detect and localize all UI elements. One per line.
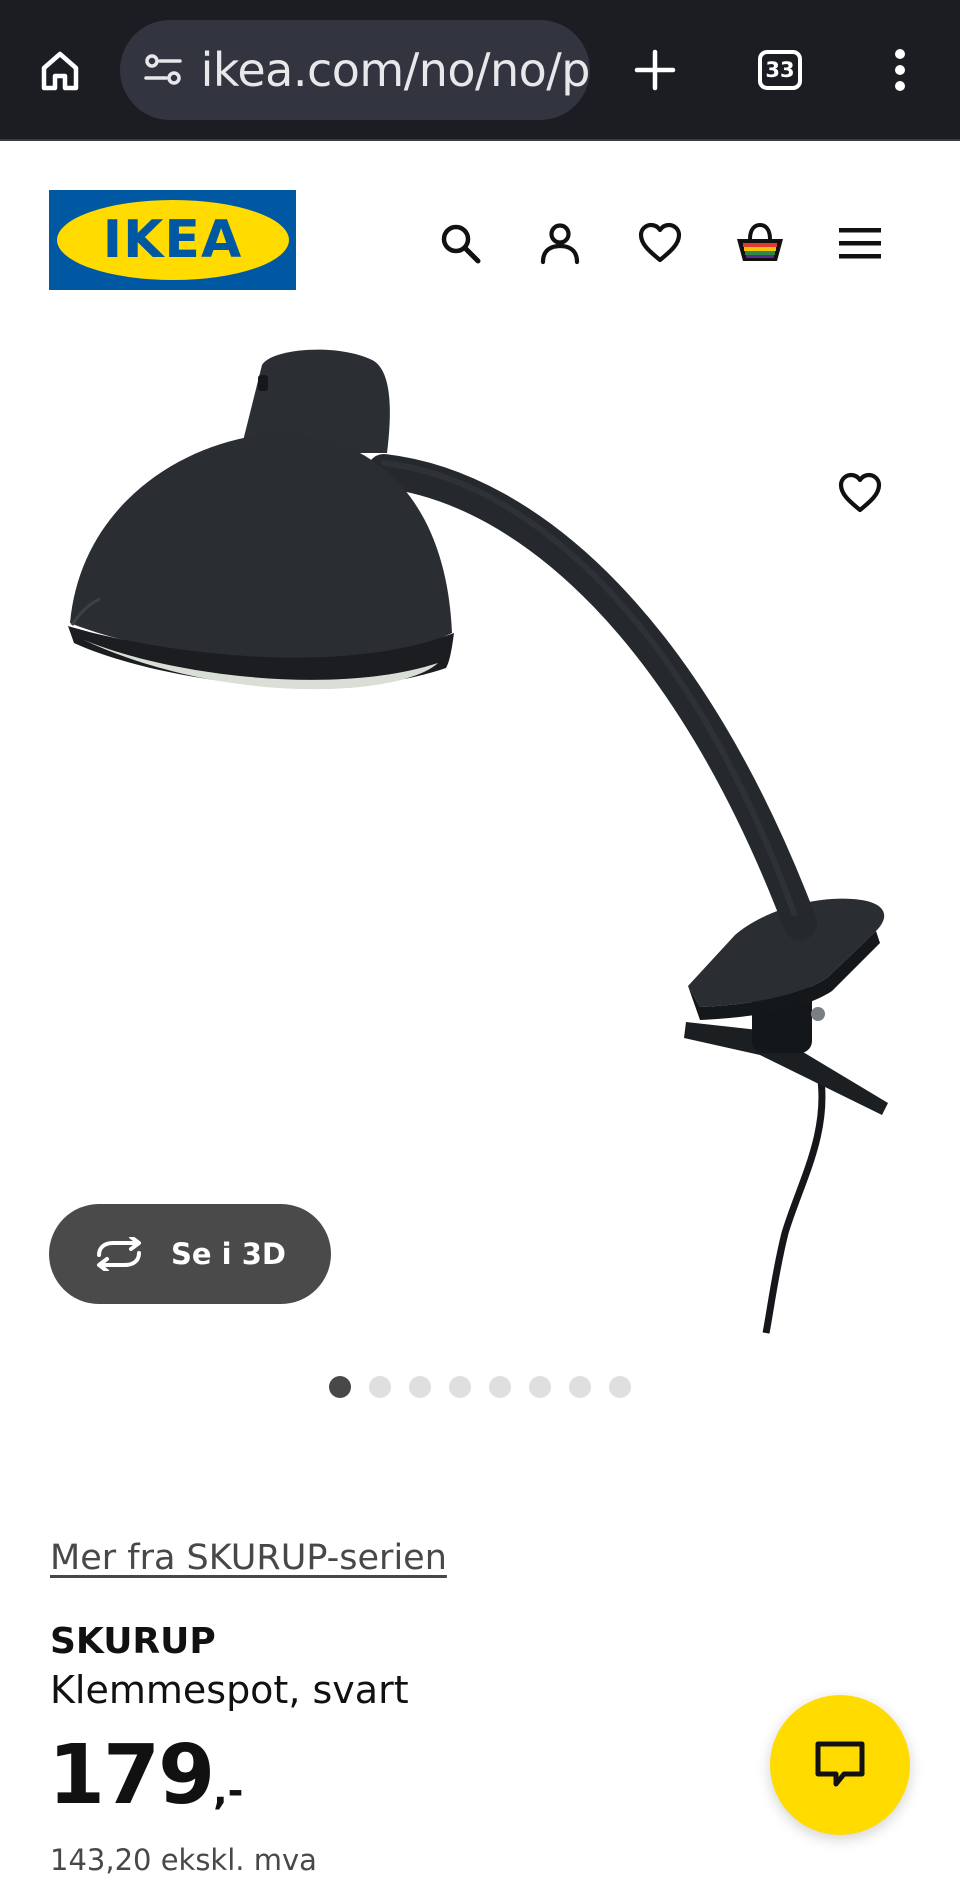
plus-icon	[634, 49, 676, 91]
account-button[interactable]	[530, 213, 590, 273]
chat-button[interactable]	[770, 1695, 910, 1835]
gallery-dot[interactable]	[409, 1376, 431, 1398]
tab-switcher-icon: 33	[758, 50, 802, 90]
user-icon	[540, 223, 580, 265]
hamburger-menu-icon	[839, 228, 881, 259]
site-header: IKEA	[0, 143, 960, 303]
gallery-dot[interactable]	[369, 1376, 391, 1398]
add-to-favourites-button[interactable]	[830, 463, 890, 523]
product-name: SKURUP	[50, 1621, 216, 1662]
gallery-dot[interactable]	[329, 1376, 351, 1398]
product-description: Klemmespot, svart	[50, 1668, 409, 1712]
product-image[interactable]	[0, 303, 960, 1343]
gallery-pagination	[0, 1376, 960, 1398]
product-gallery[interactable]: Se i 3D	[0, 303, 960, 1398]
chat-icon	[815, 1741, 865, 1787]
tab-count: 33	[765, 58, 795, 82]
home-icon	[41, 51, 79, 91]
search-button[interactable]	[430, 213, 490, 273]
main-menu-button[interactable]	[830, 213, 890, 273]
favourite-heart-icon	[838, 472, 882, 513]
rotate-3d-icon	[97, 1237, 141, 1271]
gallery-dot[interactable]	[449, 1376, 471, 1398]
new-tab-button[interactable]	[615, 30, 695, 110]
address-bar[interactable]: ikea.com/no/no/p	[120, 20, 590, 120]
search-icon	[441, 224, 481, 264]
site-settings-icon[interactable]	[140, 46, 187, 94]
price-suffix: ,-	[213, 1769, 244, 1813]
gallery-dot[interactable]	[569, 1376, 591, 1398]
favourites-button[interactable]	[630, 213, 690, 273]
basket-button[interactable]	[730, 213, 790, 273]
heart-icon	[638, 222, 682, 263]
url-text: ikea.com/no/no/p	[200, 43, 590, 97]
price-excluding-vat: 143,20 ekskl. mva	[50, 1843, 317, 1877]
view-in-3d-label: Se i 3D	[171, 1237, 286, 1271]
logo-text: IKEA	[102, 210, 243, 270]
price-integer: 179	[48, 1728, 215, 1823]
more-vert-icon	[895, 49, 905, 91]
browser-toolbar: ikea.com/no/no/p 33	[0, 0, 960, 141]
browser-menu-button[interactable]	[860, 30, 940, 110]
series-link[interactable]: Mer fra SKURUP-serien	[50, 1538, 447, 1578]
gallery-dot[interactable]	[609, 1376, 631, 1398]
product-price: 179 ,-	[48, 1735, 243, 1817]
page: ikea.com/no/no/p 33 IKEA Se i 3D Mer fra…	[0, 0, 960, 1885]
view-in-3d-button[interactable]: Se i 3D	[49, 1204, 331, 1304]
basket-icon	[737, 222, 783, 261]
gallery-dot[interactable]	[489, 1376, 511, 1398]
browser-home-button[interactable]	[20, 30, 100, 110]
ikea-logo[interactable]: IKEA	[49, 190, 296, 290]
tab-switcher-button[interactable]: 33	[740, 30, 820, 110]
logo-oval: IKEA	[56, 200, 289, 280]
gallery-dot[interactable]	[529, 1376, 551, 1398]
